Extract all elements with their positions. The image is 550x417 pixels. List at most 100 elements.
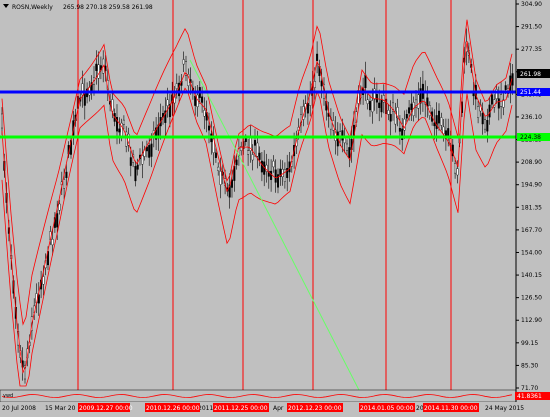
last-price-label: 261.98 [520,71,541,78]
price-tick-label: 85.30 [521,362,538,369]
candle-body [247,150,250,155]
candle-body [256,142,259,157]
indicator-label: ywd [3,393,13,399]
candle-body [258,152,261,160]
candle-body [283,169,286,182]
separator-date-label: 2010.12.26 00:00 [146,405,200,412]
price-tick-label: 236.10 [521,114,542,121]
candle-body [194,95,197,106]
candle-body [260,160,263,173]
candle-body [366,99,369,104]
candle-body [251,154,254,161]
candle-body [447,128,450,137]
candle-body [316,53,319,61]
candle-body [129,157,132,166]
separator-date-label: 2009.12.27 00:00 [79,405,133,412]
candle-body [387,109,390,115]
time-label: 20 Jul 2008 [2,405,36,412]
blue-level-label: 251.44 [520,89,541,96]
candle-body [398,127,401,132]
candle-body [145,146,148,152]
candle-body [313,80,316,88]
candle-body [219,170,222,185]
candle-body [373,88,376,100]
candle-body [122,119,125,125]
price-tick-label: 304.90 [521,1,542,8]
price-tick-label: 112.90 [521,317,542,324]
ohlc-values: 265.98 270.18 259.58 261.98 [63,4,153,11]
candle-body [454,163,457,174]
price-tick-label: 181.35 [521,204,542,211]
price-tick-label: 208.90 [521,159,542,166]
candle-body [214,152,217,158]
price-tick-label: 194.90 [521,182,542,189]
indicator-value-label: 41.8361 [517,393,542,400]
price-tick-label: 154.00 [521,249,542,256]
candle-body [410,103,413,111]
candle-body [65,171,68,179]
candle-body [235,159,238,166]
candle-body [1,113,4,129]
candle-body [364,74,367,89]
time-label: 20 [416,405,424,412]
candle-body [486,119,489,132]
candle-body [426,97,429,107]
time-label: 24 May 2015 [485,405,524,412]
candle-body [504,85,507,90]
candle-body [274,169,277,183]
candle-body [380,100,383,113]
chart-window: ywd 304.90291.50277.35263.40249.45236.10… [0,0,550,413]
candle-body [230,179,233,188]
candle-body [433,122,436,127]
price-tick-label: 277.35 [521,46,542,53]
candle-body [500,94,503,107]
candle-body [270,170,273,180]
candle-body [306,103,309,114]
candle-body [118,128,121,133]
candle-body [389,114,392,122]
price-tick-label: 291.50 [521,24,542,31]
candle-body [141,155,144,165]
candle-body [490,94,493,105]
candle-body [484,119,487,130]
separator-date-label: 2014.01.05 00:00 [360,405,414,412]
candle-body [346,143,349,151]
price-tick-label: 140.15 [521,272,542,279]
candle-body [63,179,66,189]
candle-body [405,113,408,119]
candle-body [371,100,374,113]
candle-body [497,98,500,109]
candle-body [417,94,420,109]
separator-date-label: 2011.12.25 00:00 [214,405,268,412]
green-level-label: 224.38 [520,134,541,141]
price-tick-label: 167.70 [521,227,542,234]
candle-body [136,164,139,170]
candle-body [456,168,459,176]
candle-body [440,117,443,126]
time-label: 15 Mar 20 [45,405,76,412]
candle-body [481,113,484,125]
symbol-label: ROSN,Weekly [12,4,53,11]
candle-body [375,94,378,103]
candle-body [134,165,137,182]
candle-body [244,137,247,142]
price-chart[interactable]: ywd 304.90291.50277.35263.40249.45236.10… [0,0,550,413]
candle-body [201,96,204,103]
candle-body [477,106,480,118]
candle-body [408,107,411,114]
candle-body [175,83,178,90]
candle-body [95,63,98,71]
candle-body [272,160,275,168]
candle-body [166,99,169,106]
candle-body [150,143,153,157]
candle-body [203,110,206,117]
candle-body [442,126,445,134]
candle-body [207,125,210,131]
candle-body [378,102,381,109]
candle-body [341,130,344,141]
candle-body [56,213,59,228]
candle-body [42,276,45,285]
candle-body [253,140,256,146]
plot-area[interactable] [0,0,516,402]
candle-body [97,64,100,79]
